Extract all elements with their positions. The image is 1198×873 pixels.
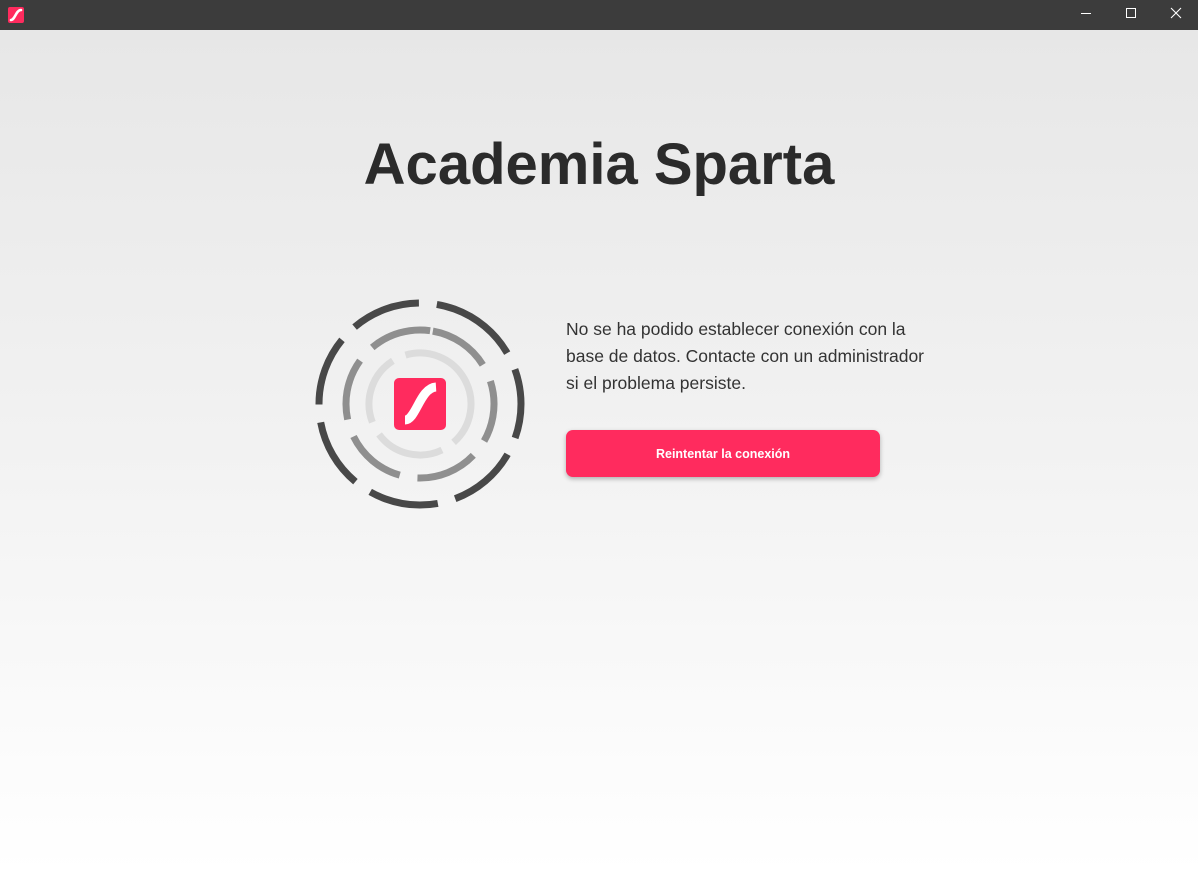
close-icon (1170, 6, 1182, 24)
error-message: No se ha podido establecer conexión con … (566, 319, 924, 393)
connection-emblem (312, 296, 528, 512)
retry-connection-label: Reintentar la conexión (655, 446, 791, 461)
retry-connection-button[interactable]: Reintentar la conexión (566, 430, 880, 477)
title-bar[interactable] (0, 0, 1198, 30)
maximize-button[interactable] (1108, 0, 1154, 30)
maximize-icon (1125, 6, 1137, 24)
close-button[interactable] (1153, 0, 1198, 30)
app-window: Academia Sparta No se ha podido establec… (0, 0, 1198, 873)
app-title: Academia Sparta (363, 132, 835, 197)
minimize-button[interactable] (1063, 0, 1109, 30)
sparta-logo-icon (394, 378, 446, 430)
minimize-icon (1080, 6, 1092, 24)
sparta-logo-icon (8, 7, 24, 23)
